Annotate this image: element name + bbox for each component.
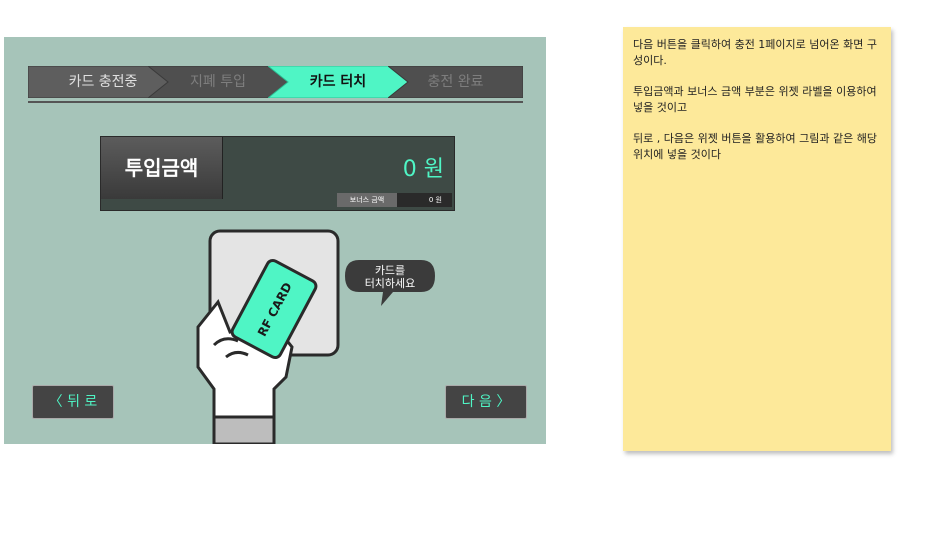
card-touch-illustration: RF CARD xyxy=(196,229,340,444)
note-paragraph-2: 투입금액과 보너스 금액 부분은 위젯 라벨을 이용하여 넣을 것이고 xyxy=(633,85,877,114)
step-label: 카드 충전중 xyxy=(68,74,138,90)
touch-hint-bubble: 카드를 터치하세요 xyxy=(343,258,437,306)
hint-line-1: 카드를 xyxy=(374,264,406,277)
bonus-row: 보너스 금액 0 원 xyxy=(337,193,452,207)
divider xyxy=(28,101,523,103)
amount-label: 투입금액 xyxy=(101,137,223,199)
hint-line-2: 터치하세요 xyxy=(364,277,416,290)
back-button[interactable]: 〈 뒤 로 xyxy=(32,385,114,419)
step-complete: 충전 완료 xyxy=(388,66,523,98)
sleeve xyxy=(212,415,276,444)
bonus-label: 보너스 금액 xyxy=(337,193,397,207)
step-label: 충전 완료 xyxy=(427,74,484,90)
bonus-value: 0 원 xyxy=(428,196,442,204)
step-card-touch: 카드 터치 xyxy=(268,66,408,98)
kiosk-screen: 카드 충전중 지폐 투입 카드 터치 충전 완료 투입금액 0 원 보너스 금액… xyxy=(4,37,546,444)
amount-panel: 투입금액 0 원 보너스 금액 0 원 xyxy=(100,136,455,211)
sticky-note: 다음 버튼을 클릭하여 충전 1페이지로 넘어온 화면 구성이다. 투입금액과 … xyxy=(623,27,891,451)
note-paragraph-1: 다음 버튼을 클릭하여 충전 1페이지로 넘어온 화면 구성이다. xyxy=(633,38,877,67)
step-label: 카드 터치 xyxy=(309,74,367,90)
note-paragraph-3: 뒤로 , 다음은 위젯 버튼을 활용하여 그림과 같은 해당위치에 넣을 것이다 xyxy=(633,132,877,161)
next-button[interactable]: 다 음 〉 xyxy=(445,385,527,419)
progress-steps: 카드 충전중 지폐 투입 카드 터치 충전 완료 xyxy=(28,66,523,98)
amount-value: 0 원 xyxy=(402,157,444,182)
step-bill-insert: 지폐 투입 xyxy=(148,66,288,98)
step-label: 지폐 투입 xyxy=(190,74,246,90)
